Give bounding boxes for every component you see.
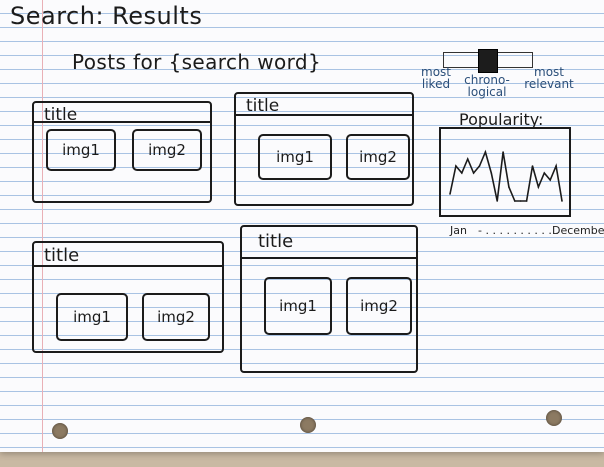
post-image-2[interactable]: img2 [142,293,210,341]
popularity-point [519,200,522,202]
popularity-point [537,186,540,188]
x-axis-dots: - . . . . . . . . . . . [478,224,559,237]
popularity-point [531,165,534,167]
popularity-point [455,165,457,167]
post-image-2[interactable]: img2 [346,277,412,335]
post-title[interactable]: title [44,245,79,266]
sort-toggle-knob[interactable] [478,49,498,73]
popularity-point [472,172,475,174]
popularity-point [496,200,498,202]
card-divider [34,265,222,267]
binder-hole [52,423,68,439]
post-image-1[interactable]: img1 [264,277,332,335]
post-title[interactable]: title [246,96,279,116]
margin-line [42,0,43,452]
binder-hole [546,410,562,426]
post-title[interactable]: title [258,231,293,252]
popularity-point [502,151,504,153]
post-image-1[interactable]: img1 [56,293,128,341]
chart-frame [439,127,571,217]
post-card[interactable]: title img1 img2 [240,225,418,373]
popularity-point [549,179,551,181]
sort-option-most-liked[interactable]: most liked [414,66,458,90]
sort-option-most-relevant[interactable]: most relevant [514,66,584,90]
card-divider [236,114,412,116]
popularity-point [461,172,463,174]
page-title: Search: Results [10,2,203,30]
post-card[interactable]: title img1 img2 [234,92,414,206]
popularity-point [466,158,469,160]
search-subtitle: Posts for {search word} [72,50,322,74]
popularity-point [484,151,487,153]
post-card[interactable]: title img1 img2 [32,101,212,203]
post-image-2[interactable]: img2 [346,134,410,180]
popularity-point [449,193,451,195]
post-image-2[interactable]: img2 [132,129,202,171]
card-divider [242,257,416,259]
popularity-point [543,172,546,174]
popularity-point [490,172,493,174]
post-image-1[interactable]: img1 [46,129,116,171]
popularity-chart [439,127,571,217]
x-axis-start-label: Jan [450,224,467,237]
popularity-point [555,165,557,167]
sort-option-chronological[interactable]: chrono-logical [460,74,514,98]
card-divider [34,121,210,123]
popularity-point [478,165,481,167]
post-image-1[interactable]: img1 [258,134,332,180]
popularity-point [561,200,563,202]
popularity-point [525,200,528,202]
post-card[interactable]: title img1 img2 [32,241,224,353]
popularity-point [514,200,516,202]
popularity-series-line [449,149,563,202]
popularity-point [508,186,510,188]
x-axis-end-label: December [552,224,604,237]
binder-hole [300,417,316,433]
